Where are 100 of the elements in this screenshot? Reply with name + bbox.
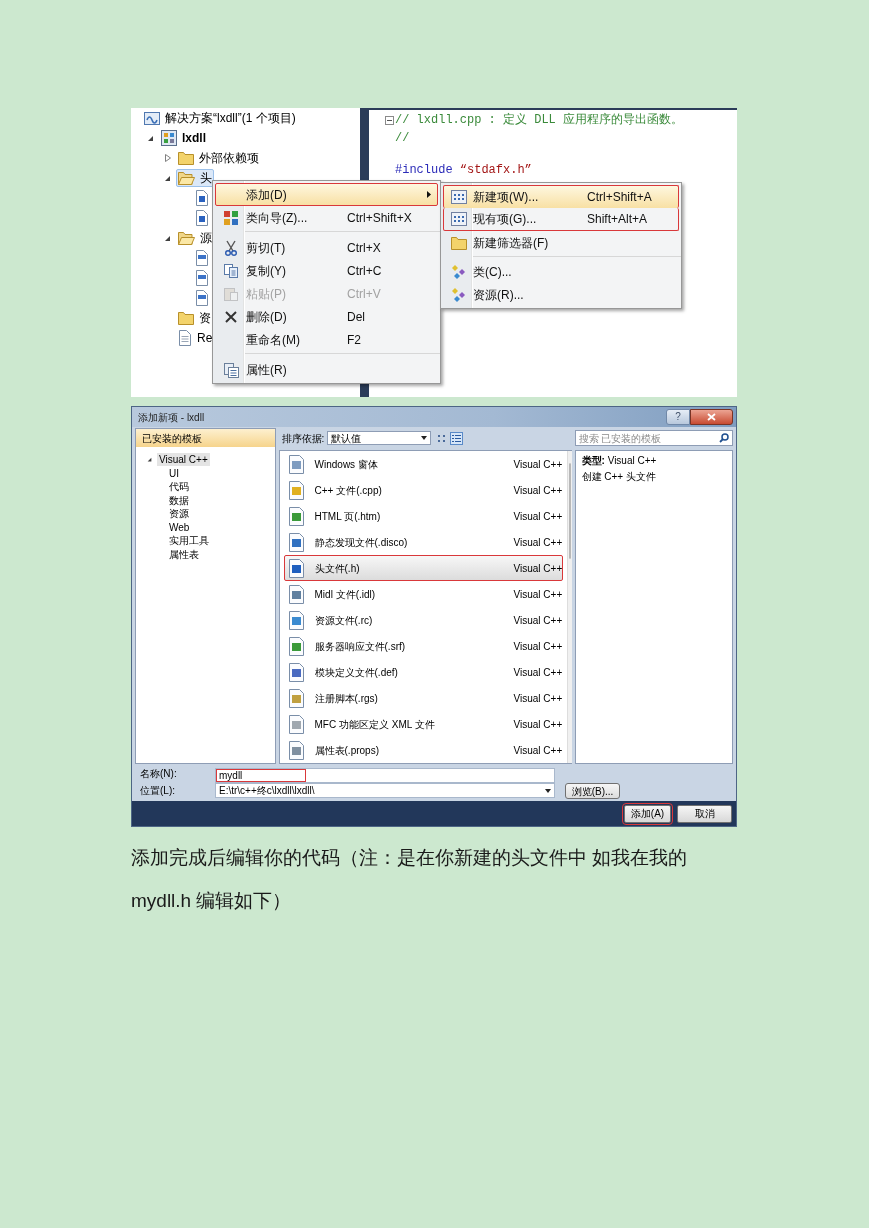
properties-icon (223, 361, 239, 378)
window-icon (144, 110, 160, 126)
template-item[interactable]: 静态发现文件(.disco) Visual C++ (283, 529, 564, 555)
cross-icon (224, 309, 238, 324)
folder-icon (450, 235, 467, 250)
menu-item[interactable]: 重命名(M) F2 (215, 328, 438, 351)
tree-item[interactable]: Re (176, 329, 215, 347)
name-field[interactable]: mydll (215, 767, 555, 783)
template-item[interactable]: Midl 文件(.idl) Visual C++ (283, 581, 564, 607)
menu-item[interactable]: 属性(R) (215, 358, 438, 381)
document-icon (288, 714, 306, 734)
document-icon (178, 330, 192, 346)
tree-item[interactable]: 解决方案“lxdll”(1 个项目) (142, 109, 298, 127)
document-icon (288, 480, 306, 500)
submenu-arrow-icon (427, 191, 431, 198)
tree-item[interactable]: 源 (176, 229, 214, 247)
paragraph: 添加完成后编辑你的代码（注：是在你新建的头文件中 如我在我的mydll.h 编辑如下） (131, 846, 689, 913)
template-item[interactable]: 服务器响应文件(.srf) Visual C++ (283, 633, 564, 659)
menu-item[interactable]: 资源(R)... (443, 283, 679, 306)
caret-icon (545, 788, 551, 793)
tree-item[interactable] (193, 289, 211, 307)
menu-item[interactable]: 现有项(G)... Shift+Alt+A (443, 208, 679, 231)
window-icon (450, 212, 467, 226)
tree-item[interactable] (193, 209, 211, 227)
tree-item[interactable]: 外部依赖项 (176, 149, 261, 167)
folder-icon (178, 311, 194, 325)
open-folder-icon (178, 171, 195, 185)
document-icon (288, 688, 306, 708)
blocks-icon (161, 130, 177, 146)
search-icon (719, 433, 729, 443)
template-item[interactable]: C++ 文件(.cpp) Visual C++ (283, 477, 564, 503)
location-label: 位置(L): (140, 784, 176, 798)
menu-item[interactable]: 复制(Y) Ctrl+C (215, 259, 438, 282)
close-button[interactable] (690, 409, 733, 425)
code-line: // lxdll.cpp : 定义 DLL 应用程序的导出函数。 (395, 112, 684, 129)
clipboard-icon (223, 285, 239, 302)
menu-item[interactable]: 类向导(Z)... Ctrl+Shift+X (215, 206, 438, 229)
tree-item[interactable]: UI (167, 466, 181, 480)
template-item[interactable]: MFC 功能区定义 XML 文件 Visual C++ (283, 711, 564, 737)
code-line: #include “stdafx.h” (395, 162, 532, 179)
document-icon (195, 270, 209, 286)
view-toggle-button[interactable] (450, 431, 464, 445)
tree-item[interactable] (193, 189, 211, 207)
dialog-button[interactable]: 添加(A) (624, 804, 671, 823)
tree-item[interactable]: 头 (176, 169, 214, 187)
template-item[interactable]: 属性表(.props) Visual C++ (283, 737, 564, 763)
template-type: 类型: Visual C++ (581, 454, 658, 468)
template-description: 创建 C++ 头文件 (581, 470, 657, 484)
dialog-button[interactable]: 取消 (677, 804, 732, 823)
shapes-icon (450, 286, 467, 303)
folder-icon (178, 151, 194, 165)
section-header: 已安装的模板 (136, 429, 275, 447)
sort-dropdown[interactable]: 默认值 (327, 431, 432, 445)
template-item[interactable]: 资源文件(.rc) Visual C++ (283, 607, 564, 633)
scrollbar[interactable] (567, 451, 573, 763)
tree-item[interactable]: 代码 (167, 480, 191, 494)
grid-icon (437, 433, 447, 443)
tree-item[interactable]: Web (167, 520, 192, 534)
template-item[interactable]: 模块定义文件(.def) Visual C++ (283, 659, 564, 685)
document-icon (288, 506, 306, 526)
document-icon (195, 210, 209, 226)
menu-item[interactable]: 类(C)... (443, 260, 679, 283)
window-icon (450, 190, 467, 204)
tree-item[interactable]: 数据 (167, 493, 191, 507)
list-icon (452, 433, 462, 443)
document-icon (288, 454, 306, 474)
menu-item[interactable]: 新建项(W)... Ctrl+Shift+A (443, 185, 679, 208)
tree-item[interactable]: 实用工具 (167, 534, 211, 548)
open-folder-icon (178, 231, 195, 245)
document-icon (288, 532, 306, 552)
document-icon (195, 190, 209, 206)
tree-item[interactable] (193, 269, 211, 287)
document-icon (288, 636, 306, 656)
document-icon (288, 740, 306, 760)
document-icon (288, 558, 306, 578)
help-button[interactable]: ? (666, 409, 690, 425)
menu-item[interactable]: 剪切(T) Ctrl+X (215, 236, 438, 259)
menu-item[interactable]: 添加(D) (215, 183, 438, 206)
copy-icon (223, 262, 239, 279)
search-field[interactable]: 搜索 已安装的模板 (574, 430, 733, 446)
tree-item[interactable]: 资 (176, 309, 213, 327)
close-icon (707, 413, 716, 421)
template-item[interactable]: HTML 页(.htm) Visual C++ (283, 503, 564, 529)
window-title: 添加新项 - lxdll (138, 410, 205, 425)
template-item[interactable]: 注册脚本(.rgs) Visual C++ (283, 685, 564, 711)
tree-item[interactable]: 属性表 (167, 547, 201, 561)
sort-label: 排序依据: (281, 431, 325, 446)
name-label: 名称(N): (140, 767, 178, 781)
tree-item[interactable] (193, 249, 211, 267)
location-combo[interactable]: E:\tr\c++终c\lxdll\lxdll\ (215, 783, 555, 798)
template-item[interactable]: Windows 窗体 Visual C++ (283, 451, 564, 477)
tree-item[interactable]: Visual C++ (157, 453, 210, 467)
menu-item[interactable]: 新建筛选器(F) (443, 231, 679, 254)
template-item[interactable]: 头文件(.h) Visual C++ (283, 555, 564, 581)
shapes-icon (450, 263, 467, 280)
menu-item[interactable]: 删除(D) Del (215, 305, 438, 328)
browse-button[interactable]: 浏览(B)... (565, 782, 620, 799)
tree-item[interactable]: 资源 (167, 507, 191, 521)
document-icon (195, 290, 209, 306)
tree-item[interactable]: lxdll (159, 129, 208, 147)
